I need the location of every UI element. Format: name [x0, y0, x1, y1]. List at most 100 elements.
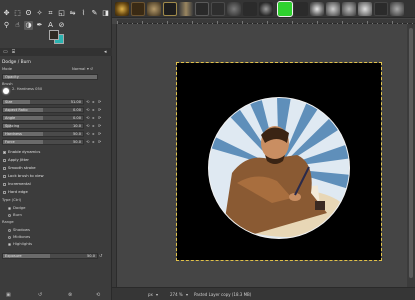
unit-selector[interactable]: px — [148, 292, 153, 297]
angle-reset-icons[interactable]: ⟲ ▸ ⟳ — [86, 115, 102, 121]
image-canvas[interactable] — [176, 62, 382, 261]
brush-preview[interactable] — [3, 88, 9, 94]
force-slider[interactable]: Force 50.0 — [2, 139, 84, 145]
mode-dropdown-icon[interactable]: ▾ ↺ — [87, 67, 93, 71]
brush-thumb[interactable] — [294, 2, 308, 16]
unit-dropdown-icon[interactable]: ▾ — [156, 292, 158, 297]
brush-name[interactable]: 2. Hardness 050 — [12, 87, 42, 93]
brush-thumb[interactable] — [179, 2, 193, 16]
path-icon[interactable]: ✒ — [35, 21, 44, 30]
brush-thumb[interactable] — [227, 2, 241, 16]
zoom-level[interactable]: 274 % — [170, 292, 183, 297]
crop-icon[interactable]: ⌗ — [46, 9, 55, 18]
mode-row[interactable]: Mode Normal ▾ ↺ — [2, 67, 102, 73]
brush-strip — [112, 0, 415, 18]
brush-thumb[interactable] — [211, 2, 225, 16]
brush-thumb[interactable] — [358, 2, 372, 16]
brush-thumb[interactable] — [390, 2, 404, 16]
transform-icon[interactable]: ◱ — [57, 9, 66, 18]
smooth-stroke-checkbox[interactable]: Smooth stroke — [3, 165, 36, 170]
brush-thumb[interactable] — [115, 2, 129, 16]
aspect-reset-icons[interactable]: ⟲ ▸ ⟳ — [86, 107, 102, 113]
opacity-label: Opacity — [5, 75, 19, 79]
range-highlights-radio[interactable]: Highlights — [8, 241, 32, 246]
spacing-value: 10.0 — [72, 124, 81, 128]
brush-thumb[interactable] — [163, 2, 177, 16]
exposure-value: 50.0 — [86, 254, 95, 258]
brush-thumb[interactable] — [131, 2, 145, 16]
save-preset-icon[interactable]: ▣ — [6, 292, 11, 298]
size-value: 51.00 — [70, 100, 81, 104]
dodge-icon[interactable]: ◑ — [24, 21, 33, 30]
tab-menu-icon[interactable]: ◂ — [104, 49, 107, 55]
angle-label: Angle — [5, 116, 16, 120]
smudge-icon[interactable]: ☝ — [13, 21, 22, 30]
brush-thumb[interactable] — [374, 2, 388, 16]
mode-value[interactable]: Normal — [72, 67, 85, 71]
brush-thumb[interactable] — [195, 2, 209, 16]
brush-thumb[interactable] — [243, 2, 257, 16]
hardness-label: Hardness — [5, 132, 22, 136]
type-label: Type (Ctrl) — [2, 198, 22, 202]
lock-brush-checkbox[interactable]: Lock brush to view — [3, 173, 44, 178]
exposure-reset-icon[interactable]: ↺ — [99, 253, 103, 259]
reset-options-icon[interactable]: ⟲ — [96, 292, 100, 298]
type-burn-radio[interactable]: Burn — [8, 212, 22, 217]
scroll-thumb[interactable] — [409, 28, 413, 278]
aspect-slider[interactable]: Aspect Ratio 0.00 — [2, 107, 84, 113]
tool-options-tab-icon[interactable]: ▭ — [3, 49, 8, 55]
flip-icon[interactable]: ⇋ — [68, 9, 77, 18]
exposure-label: Exposure — [5, 254, 22, 258]
spacing-reset-icons[interactable]: ⟲ ▸ ⟳ — [86, 123, 102, 129]
hardness-slider[interactable]: Hardness 50.0 — [2, 131, 84, 137]
hard-edge-checkbox[interactable]: Hard edge — [3, 189, 28, 194]
opacity-slider[interactable]: Opacity — [2, 74, 98, 80]
foreground-color-swatch[interactable] — [49, 30, 59, 40]
device-status-tab-icon[interactable]: ⌸ — [12, 49, 15, 55]
restore-preset-icon[interactable]: ↺ — [38, 292, 42, 298]
text-icon[interactable]: A — [46, 21, 55, 30]
eraser-icon[interactable]: ◨ — [101, 9, 110, 18]
brush-thumb[interactable] — [147, 2, 161, 16]
delete-preset-icon[interactable]: ⊗ — [68, 292, 72, 298]
options-bottom-bar: ▣ ↺ ⊗ ⟲ — [0, 291, 112, 300]
apply-jitter-checkbox[interactable]: Apply Jitter — [3, 157, 29, 162]
warp-icon[interactable]: ⌇ — [79, 9, 88, 18]
type-dodge-radio[interactable]: Dodge — [8, 205, 25, 210]
brush-thumb[interactable] — [342, 2, 356, 16]
aspect-label: Aspect Ratio — [5, 108, 28, 112]
tool-options-title: Dodge / Burn — [2, 60, 31, 65]
range-shadows-radio[interactable]: Shadows — [8, 227, 30, 232]
size-reset-icons[interactable]: ⟲ ▸ ⟳ — [86, 99, 102, 105]
angle-slider[interactable]: Angle 0.00 — [2, 115, 84, 121]
hardness-reset-icons[interactable]: ⟲ ▸ ⟳ — [86, 131, 102, 137]
range-midtones-radio[interactable]: Midtones — [8, 234, 30, 239]
canvas-area[interactable] — [117, 24, 407, 287]
aspect-value: 0.00 — [72, 108, 81, 112]
move-icon[interactable]: ✥ — [2, 9, 11, 18]
brush-thumb[interactable] — [310, 2, 324, 16]
force-value: 50.0 — [72, 140, 81, 144]
vertical-scrollbar[interactable] — [407, 24, 415, 287]
brush-thumb[interactable] — [259, 2, 273, 16]
clone-icon[interactable]: ⚲ — [2, 21, 11, 30]
incremental-checkbox[interactable]: Incremental — [3, 181, 31, 186]
range-label: Range — [2, 220, 14, 224]
zoom-dropdown-icon[interactable]: ▾ — [186, 292, 188, 297]
exposure-slider[interactable]: Exposure 50.0 — [2, 253, 98, 259]
paint-icon[interactable]: ✎ — [90, 9, 99, 18]
size-slider[interactable]: Size 51.00 — [2, 99, 84, 105]
fg-bg-colors[interactable] — [49, 30, 65, 44]
brush-thumb-selected[interactable] — [277, 1, 293, 17]
spacing-label: Spacing — [5, 124, 20, 128]
fuzzy-select-icon[interactable]: ✧ — [35, 9, 44, 18]
lasso-icon[interactable]: ʘ — [24, 9, 33, 18]
force-reset-icons[interactable]: ⟲ ▸ ⟳ — [86, 139, 102, 145]
color-picker-icon[interactable]: ⊘ — [57, 21, 66, 30]
hardness-value: 50.0 — [72, 132, 81, 136]
toolbox-panel: ✥ ⬚ ʘ ✧ ⌗ ◱ ⇋ ⌇ ✎ ◨ ⚲ ☝ ◑ ✒ A ⊘ ▭ ⌸ ◂ Do… — [0, 0, 112, 300]
enable-dynamics-checkbox[interactable]: Enable dynamics — [3, 149, 40, 154]
spacing-slider[interactable]: Spacing 10.0 — [2, 123, 84, 129]
brush-thumb[interactable] — [326, 2, 340, 16]
rect-select-icon[interactable]: ⬚ — [13, 9, 22, 18]
